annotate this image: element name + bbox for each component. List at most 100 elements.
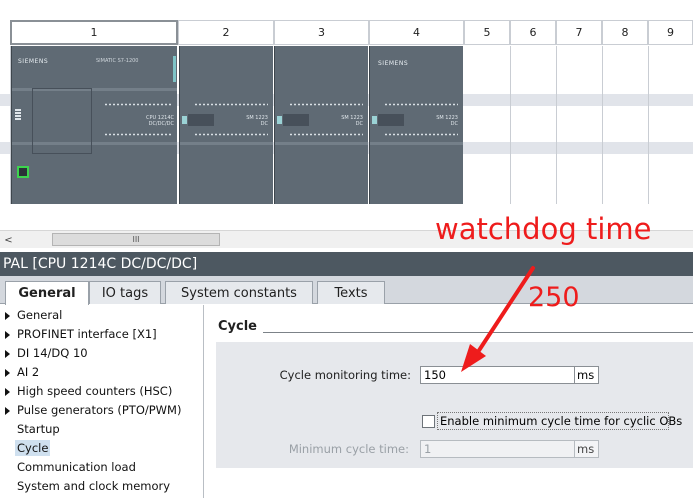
tab-general[interactable]: General [5,281,89,305]
tree-item-pulse-generators[interactable]: Pulse generators (PTO/PWM) [0,401,203,420]
cycle-monitoring-input[interactable]: 150 [420,366,575,384]
properties-title: PAL [CPU 1214C DC/DC/DC] [0,252,693,276]
cycle-monitoring-label: Cycle monitoring time: [279,368,411,382]
module-band [275,142,368,145]
status-leds [15,109,21,121]
terminal-row [289,103,363,106]
slot-number: 9 [667,26,674,39]
slot-header-4[interactable]: 4 [369,20,464,45]
expand-arrow-icon[interactable] [5,312,10,320]
module-label-line: DC [355,121,363,127]
tree-item-hsc[interactable]: High speed counters (HSC) [0,382,203,401]
module-label: SM 1223 DC [236,115,268,127]
slot-header-5[interactable]: 5 [464,20,510,45]
tree-item-profinet[interactable]: PROFINET interface [X1] [0,325,203,344]
device-rack: 1 2 3 4 5 6 7 8 9 SIEMENS SIMATIC S7-120… [0,0,693,230]
enable-min-cycle-label-focus[interactable]: Enable minimum cycle time for cyclic OBs [437,412,682,430]
slot-header-8[interactable]: 8 [602,20,648,45]
terminal-row [289,133,363,136]
module-label: CPU 1214C DC/DC/DC [140,115,174,127]
expand-arrow-icon[interactable] [5,350,10,358]
terminal-row [104,103,172,106]
tree-item-system-clock-memory[interactable]: System and clock memory [0,477,203,496]
tree-item-label: Pulse generators (PTO/PWM) [17,403,182,417]
signal-module-4[interactable]: SIEMENS SM 1223 DC [369,46,463,204]
module-window [378,114,404,126]
slot-header-2[interactable]: 2 [178,20,274,45]
annotation-text: watchdog time [435,212,652,246]
module-brand: SIEMENS [18,58,49,65]
slot-header-6[interactable]: 6 [510,20,556,45]
tree-item-cycle[interactable]: Cycle [0,439,203,458]
expand-arrow-icon[interactable] [5,388,10,396]
min-cycle-unit: ms [575,440,599,458]
module-label: SM 1223 DC [426,115,458,127]
tree-item-label: System and clock memory [17,479,171,493]
tia-portal-device-view: 1 2 3 4 5 6 7 8 9 SIEMENS SIMATIC S7-120… [0,0,693,498]
module-label-line: DC [260,121,268,127]
profinet-port-icon[interactable] [17,166,29,178]
slot-number: 3 [318,26,325,39]
tab-label: System constants [181,285,297,301]
tree-item-label: Communication load [17,460,136,474]
tree-item-startup[interactable]: Startup [0,420,203,439]
enable-min-cycle-checkbox[interactable] [422,415,435,428]
tree-item-di-dq[interactable]: DI 14/DQ 10 [0,344,203,363]
expand-arrow-icon[interactable] [5,369,10,377]
enable-min-cycle-label: Enable minimum cycle time for cyclic OBs [440,414,683,428]
slot-number: 4 [413,26,420,39]
terminal-row [384,133,458,136]
navigation-tree: General PROFINET interface [X1] DI 14/DQ… [0,305,204,498]
properties-tabs: General IO tags System constants Texts [0,276,693,305]
slot-header-3[interactable]: 3 [274,20,369,45]
rack-gridline [556,46,557,204]
tree-item-label: AI 2 [17,365,40,379]
rack-gridline [510,46,511,204]
tree-item-label: General [17,308,63,322]
min-cycle-label: Minimum cycle time: [288,442,409,456]
section-title: Cycle [218,319,257,334]
slot-header-1[interactable]: 1 [10,20,178,45]
module-window [188,114,214,126]
tree-item-communication-load[interactable]: Communication load [0,458,203,477]
module-label-line: DC [450,121,458,127]
module-band [370,142,463,145]
scroll-thumb[interactable]: III [52,233,220,246]
slot-header-7[interactable]: 7 [556,20,602,45]
module-window [283,114,309,126]
tree-item-ai[interactable]: AI 2 [0,363,203,382]
expand-arrow-icon[interactable] [5,331,10,339]
tab-label: Texts [334,285,368,301]
slot-number: 1 [90,26,98,39]
module-label: SM 1223 DC [331,115,363,127]
rack-gridline [602,46,603,204]
signal-module-2[interactable]: SM 1223 DC [179,46,273,204]
tab-texts[interactable]: Texts [317,281,385,304]
signal-module-3[interactable]: SM 1223 DC [274,46,368,204]
min-cycle-input[interactable]: 1 [420,440,575,458]
slot-number: 8 [621,26,629,39]
scroll-left-button[interactable]: < [0,232,17,248]
tree-item-label: Startup [17,422,60,436]
expand-arrow-icon[interactable] [5,407,10,415]
tree-item-general[interactable]: General [0,306,203,325]
slot-number: 2 [222,26,230,39]
module-marker [372,116,377,124]
terminal-row [104,133,172,136]
slot-header-9[interactable]: 9 [648,20,693,45]
module-marker [182,116,187,124]
scroll-grip-icon: III [132,235,140,244]
cycle-monitoring-unit: ms [575,366,599,384]
tab-system-constants[interactable]: System constants [165,281,313,304]
tab-io-tags[interactable]: IO tags [89,281,161,304]
module-brand: SIEMENS [378,60,409,67]
annotation-value: 250 [528,282,580,313]
section-divider [263,332,693,333]
tree-item-label: Cycle [15,440,51,456]
tab-label: General [18,286,76,301]
slot-number: 5 [483,26,491,39]
rack-gridline [648,46,649,204]
terminal-row [194,103,268,106]
module-band [180,142,273,145]
cpu-module[interactable]: SIEMENS SIMATIC S7-1200 CPU 1214C DC/DC/… [11,46,177,204]
